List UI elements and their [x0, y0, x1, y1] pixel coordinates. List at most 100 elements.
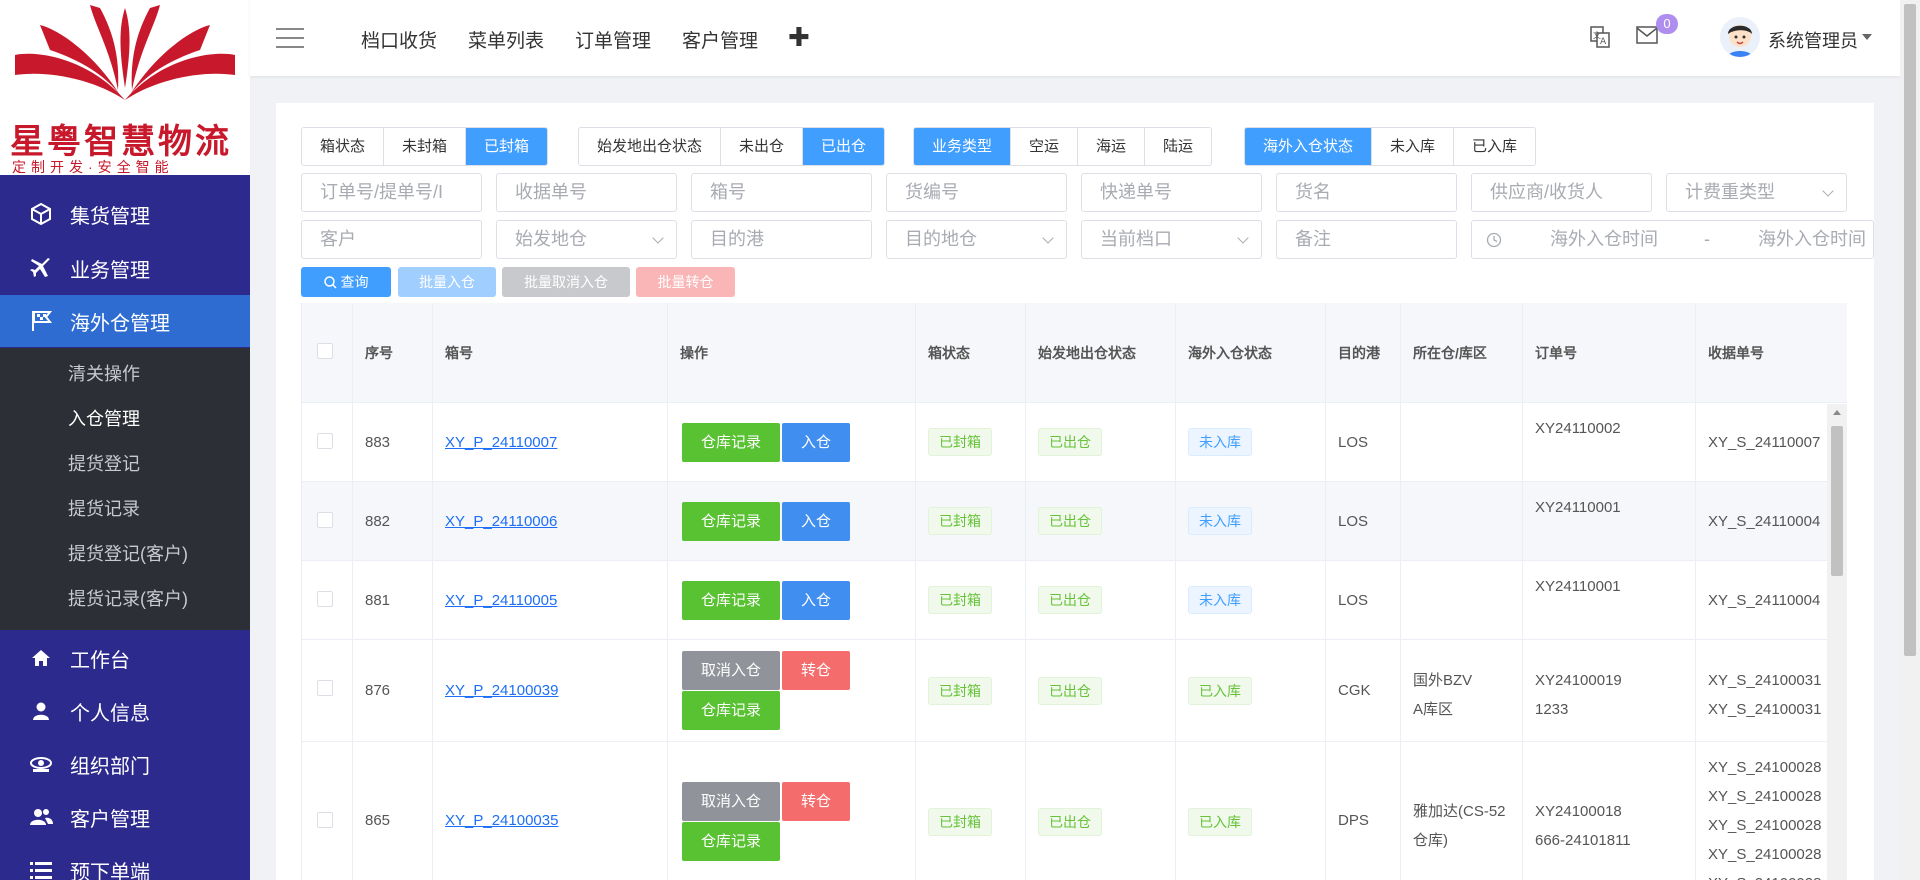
topnav-customer-management[interactable]: 客户管理	[682, 26, 758, 53]
warehouse-record-button[interactable]: 仓库记录	[682, 423, 780, 462]
row-checkbox[interactable]	[317, 812, 333, 828]
table-scrollbar[interactable]	[1827, 404, 1847, 880]
current-stall-select[interactable]: 当前档口	[1081, 220, 1262, 259]
row-box-status-cell: 已封箱	[916, 561, 1026, 640]
row-box-no-cell: XY_P_24100039	[433, 640, 668, 742]
filter-origin-status-not-out[interactable]: 未出仓	[721, 128, 804, 165]
inbound-button[interactable]: 入仓	[782, 502, 850, 541]
box-no-input[interactable]: 箱号	[691, 173, 872, 212]
scroll-up-arrow-icon[interactable]	[1833, 410, 1841, 415]
box-no-link[interactable]: XY_P_24100035	[445, 812, 558, 829]
row-box-no-cell: XY_P_24110006	[433, 482, 668, 561]
table-scrollbar-thumb[interactable]	[1831, 426, 1843, 576]
message-count-badge: 0	[1656, 14, 1678, 34]
billing-weight-type-select[interactable]: 计费重类型	[1666, 173, 1847, 212]
sidebar-item-workbench[interactable]: 工作台	[0, 632, 250, 684]
sidebar-item-business[interactable]: 业务管理	[0, 242, 250, 294]
filter-overseas-status-in[interactable]: 已入库	[1454, 128, 1535, 165]
hamburger-menu-icon[interactable]	[276, 28, 304, 48]
express-no-input[interactable]: 快递单号	[1081, 173, 1262, 212]
box-no-link[interactable]: XY_P_24110005	[445, 592, 557, 609]
box-icon	[28, 201, 54, 227]
inbound-button[interactable]: 入仓	[782, 423, 850, 462]
transfer-button[interactable]: 转仓	[782, 651, 850, 690]
box-no-link[interactable]: XY_P_24110006	[445, 513, 557, 530]
submenu-item-pickup-record[interactable]: 提货记录	[68, 495, 140, 521]
user-dropdown-caret-icon[interactable]	[1862, 34, 1872, 40]
receipt-no-input[interactable]: 收据单号	[496, 173, 677, 212]
submenu-item-pickup-register-customer[interactable]: 提货登记(客户)	[68, 540, 188, 566]
topnav-stall-receive[interactable]: 档口收货	[361, 26, 437, 53]
topnav-menu-list[interactable]: 菜单列表	[468, 26, 544, 53]
filter-biz-type-land[interactable]: 陆运	[1145, 128, 1211, 165]
submenu-item-inbound[interactable]: 入仓管理	[68, 405, 140, 431]
chevron-down-icon	[1822, 185, 1834, 197]
cancel-inbound-button[interactable]: 取消入仓	[682, 651, 780, 690]
page-scrollbar-thumb[interactable]	[1904, 4, 1916, 656]
avatar[interactable]	[1720, 17, 1760, 57]
filter-box-status-unsealed[interactable]: 未封箱	[384, 128, 467, 165]
customer-input[interactable]: 客户	[301, 220, 482, 259]
row-overseas-status-cell: 未入库	[1176, 561, 1326, 640]
overseas-inbound-date-range[interactable]: 海外入仓时间 - 海外入仓时间	[1471, 220, 1874, 259]
sidebar-item-profile[interactable]: 个人信息	[0, 685, 250, 737]
user-name[interactable]: 系统管理员	[1768, 27, 1858, 53]
order-no-input[interactable]: 订单号/提单号/I	[301, 173, 482, 212]
transfer-button[interactable]: 转仓	[782, 782, 850, 821]
row-box-no-cell: XY_P_24100035	[433, 742, 668, 880]
mail-icon[interactable]	[1636, 26, 1658, 49]
row-checkbox[interactable]	[317, 591, 333, 607]
topnav-order-management[interactable]: 订单管理	[575, 26, 651, 53]
sidebar-submenu: 清关操作 入仓管理 提货登记 提货记录 提货登记(客户) 提货记录(客户)	[0, 348, 250, 630]
row-checkbox[interactable]	[317, 680, 333, 696]
add-tab-icon[interactable]: ✚	[788, 22, 810, 53]
sidebar-item-label: 海外仓管理	[70, 312, 170, 335]
filter-biz-type-sea[interactable]: 海运	[1078, 128, 1146, 165]
row-box-no-cell: XY_P_24110005	[433, 561, 668, 640]
sidebar-item-consolidation[interactable]: 集货管理	[0, 188, 250, 240]
warehouse-record-button[interactable]: 仓库记录	[682, 502, 780, 541]
box-no-link[interactable]: XY_P_24110007	[445, 434, 557, 451]
row-receipt-no-cell: XY_S_24110004	[1696, 482, 1847, 561]
search-button[interactable]: 查询	[301, 267, 391, 297]
filter-overseas-status-not-in[interactable]: 未入库	[1372, 128, 1455, 165]
goods-name-input[interactable]: 货名	[1276, 173, 1457, 212]
batch-inbound-button[interactable]: 批量入仓	[398, 267, 496, 297]
filter-origin-status-out[interactable]: 已出仓	[803, 128, 885, 165]
box-no-link[interactable]: XY_P_24100039	[445, 682, 558, 699]
logo-book-icon	[15, 5, 235, 100]
destination-warehouse-select[interactable]: 目的地仓	[886, 220, 1067, 259]
supplier-input[interactable]: 供应商/收货人	[1471, 173, 1652, 212]
remark-input[interactable]: 备注	[1276, 220, 1457, 259]
row-select-cell	[302, 482, 353, 561]
warehouse-record-button[interactable]: 仓库记录	[682, 822, 780, 861]
row-checkbox[interactable]	[317, 433, 333, 449]
batch-cancel-inbound-button[interactable]: 批量取消入仓	[502, 267, 630, 297]
submenu-item-pickup-record-customer[interactable]: 提货记录(客户)	[68, 585, 188, 611]
sidebar-item-preorder[interactable]: 预下单端	[0, 844, 250, 880]
inbound-button[interactable]: 入仓	[782, 581, 850, 620]
warehouse-record-button[interactable]: 仓库记录	[682, 581, 780, 620]
sidebar-item-customers[interactable]: 客户管理	[0, 791, 250, 843]
origin-warehouse-placeholder: 始发地仓	[515, 229, 587, 249]
sidebar-item-org[interactable]: 组织部门	[0, 738, 250, 790]
filter-biz-type-air[interactable]: 空运	[1011, 128, 1079, 165]
submenu-item-pickup-register[interactable]: 提货登记	[68, 450, 140, 476]
goods-code-input[interactable]: 货编号	[886, 173, 1067, 212]
warehouse-record-button[interactable]: 仓库记录	[682, 691, 780, 730]
origin-warehouse-select[interactable]: 始发地仓	[496, 220, 677, 259]
cancel-inbound-button[interactable]: 取消入仓	[682, 782, 780, 821]
overseas-status-tag: 未入库	[1188, 507, 1252, 535]
filter-box-status-sealed[interactable]: 已封箱	[466, 128, 548, 165]
select-all-checkbox[interactable]	[317, 343, 333, 359]
page-scrollbar[interactable]	[1900, 0, 1920, 880]
batch-transfer-button[interactable]: 批量转仓	[636, 267, 735, 297]
search-button-label: 查询	[340, 274, 369, 290]
destination-port-input[interactable]: 目的港	[691, 220, 872, 259]
row-select-cell	[302, 561, 353, 640]
translate-icon[interactable]: 文A	[1590, 26, 1610, 53]
sidebar-item-overseas-warehouse[interactable]: 海外仓管理	[0, 295, 250, 347]
submenu-item-customs[interactable]: 清关操作	[68, 360, 140, 386]
sidebar: 星粤智慧物流 定制开发·安全智能 集货管理 业务管理 海外仓管理 清关操作 入仓…	[0, 0, 250, 880]
row-checkbox[interactable]	[317, 512, 333, 528]
